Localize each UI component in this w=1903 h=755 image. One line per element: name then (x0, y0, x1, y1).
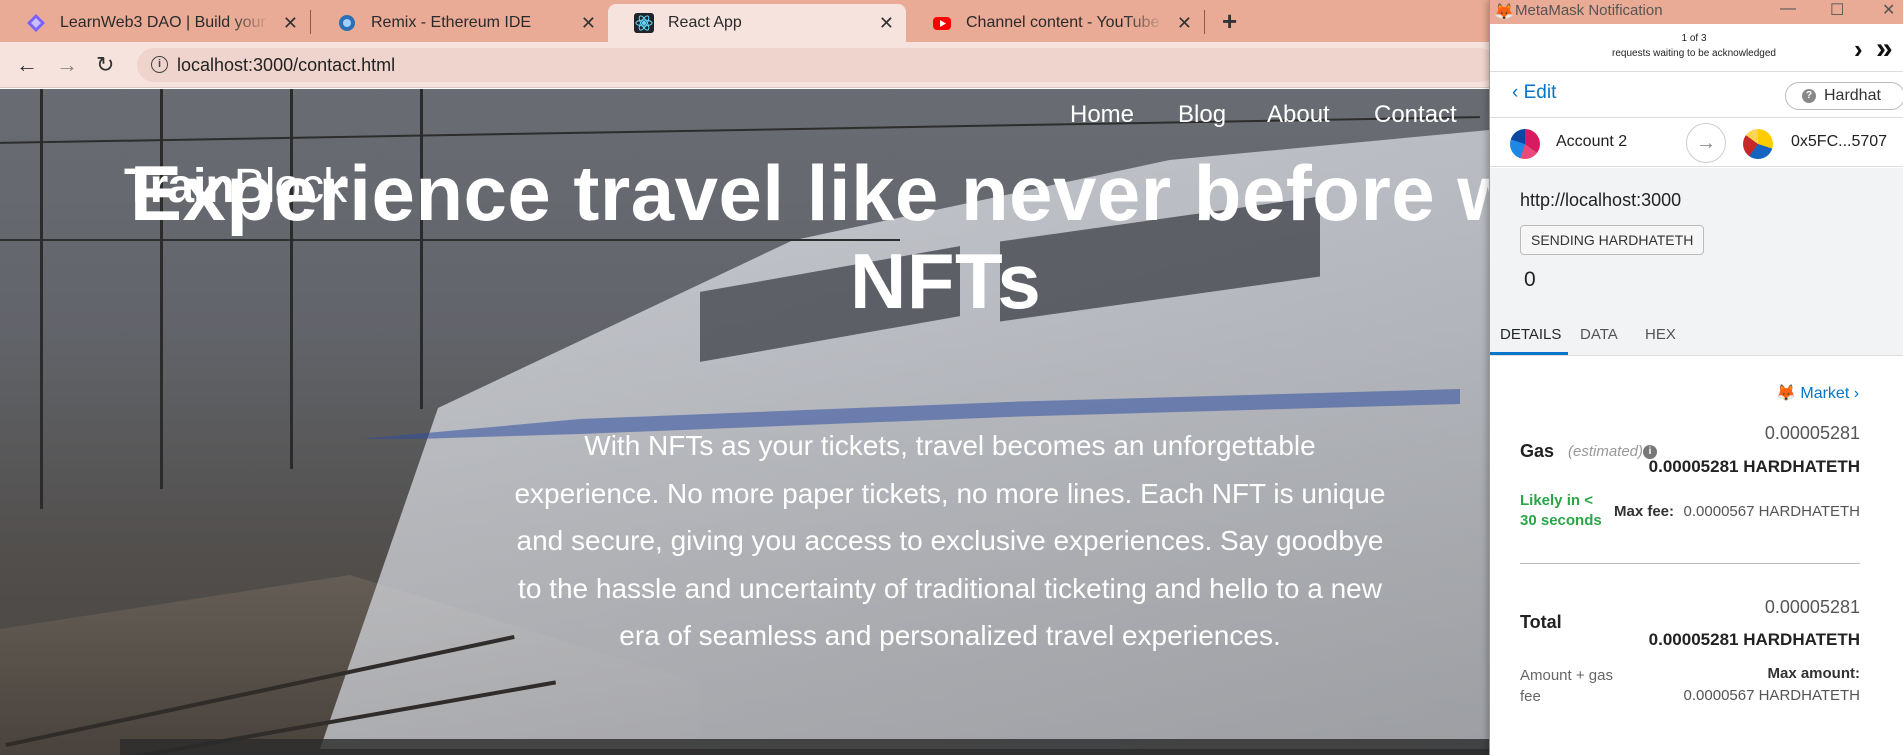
tab-youtube-studio[interactable]: Channel content - YouTube Studio ✕ (906, 4, 1204, 42)
nav-home[interactable]: Home (1070, 101, 1134, 129)
nav-about[interactable]: About (1267, 101, 1330, 129)
learnweb3-icon (27, 14, 45, 32)
total-label: Total (1520, 612, 1562, 632)
tab-title: Channel content - YouTube Studio (966, 14, 1164, 31)
gas-estimated-label: (estimated) (1568, 443, 1644, 460)
chevron-left-icon: ‹ (1512, 82, 1524, 103)
back-icon[interactable]: ← (16, 52, 38, 78)
network-name: Hardhat (1824, 87, 1881, 104)
queue-count: 1 of 3 (1681, 33, 1707, 44)
background-pylon (40, 89, 43, 509)
remix-icon (339, 15, 355, 31)
page-bottom-bar (120, 739, 1540, 755)
tab-hex[interactable]: HEX (1645, 326, 1676, 343)
total-value: 0.00005281 (1764, 597, 1860, 617)
tab-remix[interactable]: Remix - Ethereum IDE ✕ (311, 4, 608, 42)
tab-react-app[interactable]: React App ✕ (608, 4, 906, 42)
close-icon[interactable]: ✕ (1177, 13, 1192, 34)
fox-icon: 🦊 (1776, 385, 1801, 402)
site-info-icon[interactable]: i (151, 56, 168, 73)
origin-url: http://localhost:3000 (1520, 190, 1682, 210)
likely-time: Likely in < 30 seconds (1520, 492, 1602, 529)
section-divider (1520, 563, 1860, 564)
close-icon[interactable]: ✕ (283, 13, 298, 34)
queue-note: requests waiting to be acknowledged (1612, 48, 1776, 59)
forward-icon[interactable]: → (56, 52, 78, 78)
tab-title: Remix - Ethereum IDE (371, 14, 532, 31)
to-address[interactable]: 0x5FC...5707 (1791, 133, 1887, 151)
edit-button[interactable]: ‹ Edit (1512, 82, 1556, 104)
url-text[interactable]: localhost:3000/contact.html (177, 55, 395, 76)
react-icon (634, 13, 654, 33)
gas-value-token: 0.00005281 HARDHATETH (1648, 457, 1860, 476)
tab-title: React App (668, 14, 742, 31)
tab-details[interactable]: DETAILS (1500, 326, 1561, 343)
reload-icon[interactable]: ↻ (96, 52, 114, 78)
from-account-name[interactable]: Account 2 (1556, 133, 1627, 151)
max-fee-label: Max fee: (1614, 503, 1675, 520)
account-transfer-row: Account 2 → 0x5FC...5707 (1490, 117, 1903, 167)
window-titlebar: 🦊 MetaMask Notification — ☐ ✕ (1490, 0, 1903, 24)
active-tab-indicator (1490, 352, 1568, 355)
nav-blog[interactable]: Blog (1178, 101, 1226, 129)
max-amount-value: 0.0000567 HARDHATETH (1683, 687, 1860, 704)
network-pill[interactable]: ? Hardhat (1785, 82, 1903, 110)
to-account-avatar (1743, 129, 1773, 159)
last-request-icon[interactable]: » (1876, 32, 1892, 66)
network-question-icon: ? (1802, 89, 1816, 103)
chevron-right-icon: › (1849, 385, 1860, 402)
tab-data[interactable]: DATA (1580, 326, 1618, 343)
window-title: MetaMask Notification (1515, 2, 1663, 19)
screen: LearnWeb3 DAO | Build your first ✕ Remix… (0, 0, 1903, 755)
edit-label: Edit (1523, 82, 1557, 103)
transaction-summary: http://localhost:3000 SENDING HARDHATETH… (1490, 168, 1903, 318)
details-panel: 🦊 Market › Gas (estimated) i 0.00005281 … (1490, 357, 1903, 755)
minimize-button[interactable]: — (1780, 0, 1796, 18)
max-fee-value: 0.0000567 HARDHATETH (1683, 503, 1860, 520)
hero-paragraph: With NFTs as your tickets, travel become… (514, 430, 1386, 651)
tab-separator (1204, 10, 1205, 34)
address-bar[interactable]: i localhost:3000/contact.html (137, 48, 1497, 82)
tab-learnweb3[interactable]: LearnWeb3 DAO | Build your first ✕ (0, 4, 310, 42)
maximize-button[interactable]: ☐ (1830, 0, 1844, 20)
close-icon[interactable]: ✕ (581, 13, 596, 34)
from-account-avatar (1510, 129, 1540, 159)
tab-title: LearnWeb3 DAO | Build your first (60, 14, 270, 31)
new-tab-button[interactable]: + (1222, 6, 1237, 37)
close-icon[interactable]: ✕ (879, 13, 894, 34)
market-button[interactable]: 🦊 Market › (1776, 383, 1859, 403)
send-amount: 0 (1524, 268, 1536, 291)
next-request-icon[interactable]: › (1854, 34, 1863, 65)
max-amount-label: Max amount: (1767, 665, 1860, 682)
gas-label: Gas (1520, 441, 1555, 461)
action-badge: SENDING HARDHATETH (1520, 225, 1705, 255)
amount-gas-label: Amount + gas fee (1520, 667, 1613, 705)
market-label: Market (1800, 385, 1850, 402)
metamask-notification-window: 🦊 MetaMask Notification — ☐ ✕ 1 of 3 req… (1489, 0, 1903, 755)
arrow-right-icon: → (1686, 123, 1726, 163)
close-window-button[interactable]: ✕ (1882, 0, 1895, 20)
background-wire (0, 116, 1480, 144)
total-value-token: 0.00005281 HARDHATETH (1648, 630, 1860, 649)
nav-contact[interactable]: Contact (1374, 101, 1457, 129)
gas-value: 0.00005281 (1764, 423, 1860, 443)
youtube-icon (933, 17, 951, 30)
metamask-fox-icon: 🦊 (1494, 4, 1514, 21)
detail-tabs: DETAILS DATA HEX (1490, 318, 1903, 356)
request-queue: 1 of 3 requests waiting to be acknowledg… (1490, 26, 1903, 72)
